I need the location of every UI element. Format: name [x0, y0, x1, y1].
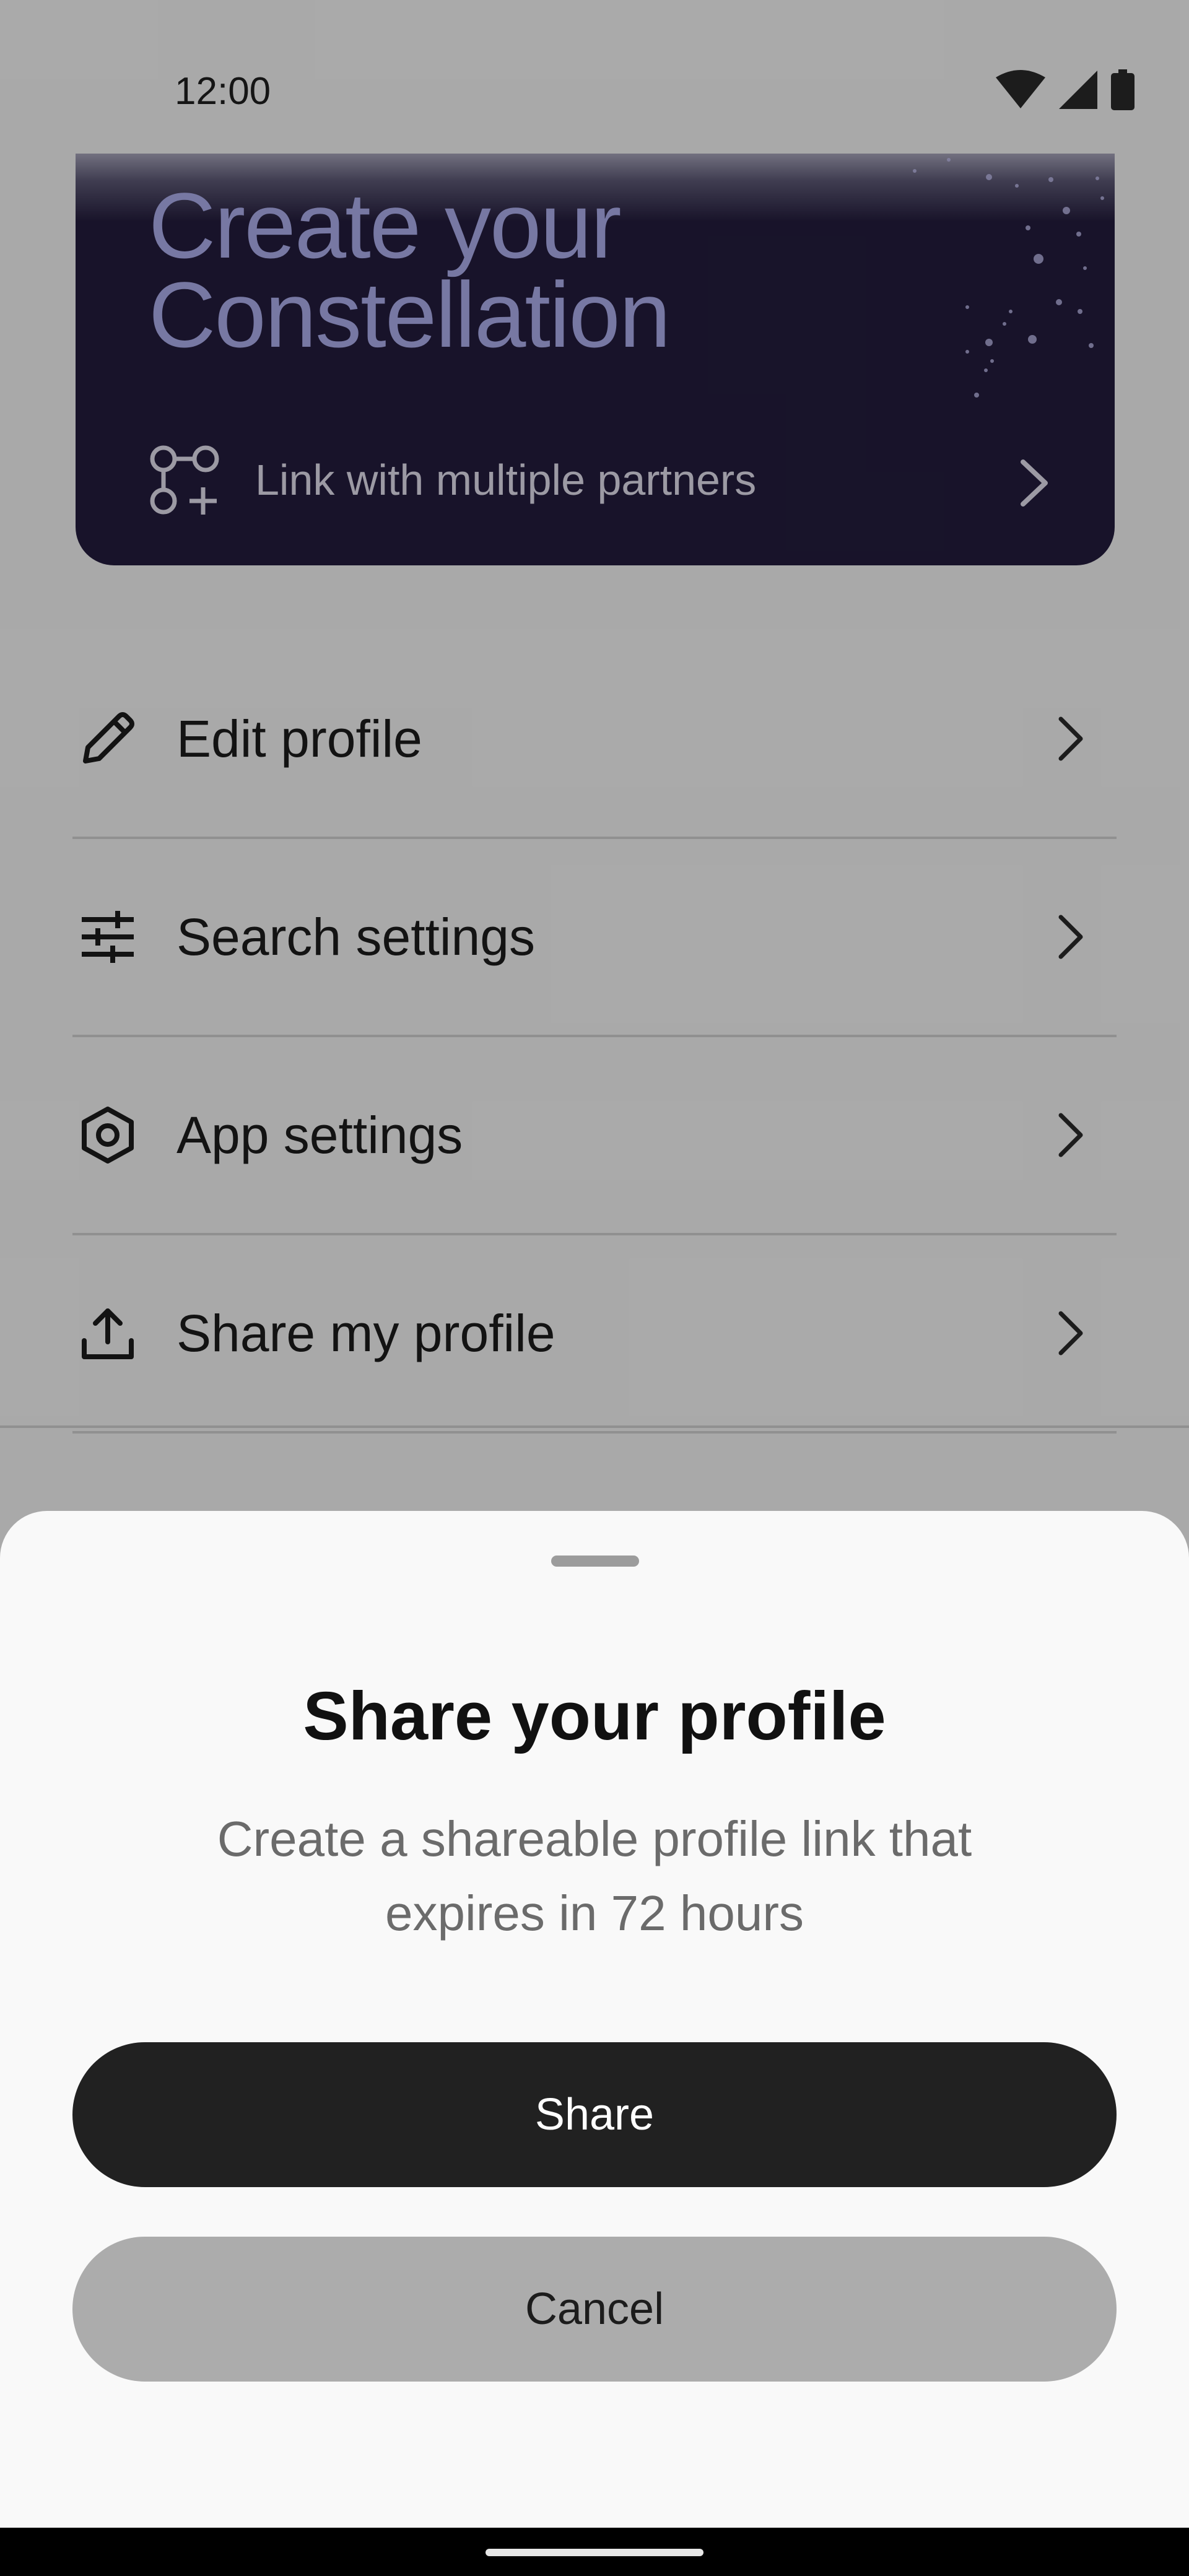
navigation-bar: [0, 2528, 1189, 2576]
sheet-description: Create a shareable profile link that exp…: [217, 1811, 972, 1941]
cancel-button[interactable]: Cancel: [72, 2237, 1117, 2382]
sheet-drag-handle[interactable]: [551, 1556, 639, 1567]
screen: 12:00 Create your Constellation Link wit…: [0, 0, 1189, 2576]
sheet-title: Share your profile: [303, 1678, 886, 1754]
home-gesture-handle[interactable]: [486, 2549, 703, 2556]
share-button[interactable]: Share: [72, 2042, 1117, 2187]
share-profile-sheet: Share your profile Create a shareable pr…: [0, 1511, 1189, 2528]
